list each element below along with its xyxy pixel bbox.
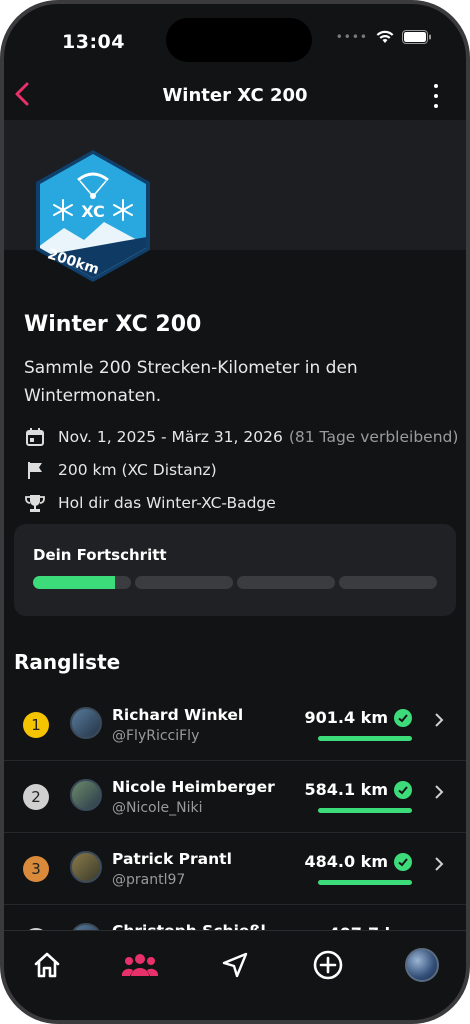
challenge-description: Sammle 200 Strecken-Kilometer in den Win… <box>24 358 358 406</box>
battery-icon <box>402 30 431 44</box>
avatar <box>70 851 102 883</box>
progress-label: Dein Fortschritt <box>33 546 167 564</box>
check-icon <box>394 708 412 727</box>
pilot-name: Patrick Prantl <box>112 850 232 868</box>
chevron-right-icon[interactable] <box>434 784 444 805</box>
challenge-distance: 200 km (XC Distanz) <box>24 459 217 481</box>
avatar <box>70 779 102 811</box>
progress-segment <box>339 576 437 589</box>
rank-circle: 1 <box>23 712 49 738</box>
kebab-dot <box>434 84 438 88</box>
leaderboard-title: Rangliste <box>14 650 121 674</box>
add-icon <box>313 950 343 980</box>
nav-header: Winter XC 200 <box>4 74 466 120</box>
pilot-handle: @FlyRicciFly <box>112 728 200 744</box>
community-icon <box>121 954 159 976</box>
kebab-dot <box>434 104 438 108</box>
distance-value: 484.0 km <box>304 852 389 871</box>
tab-home[interactable] <box>27 945 67 985</box>
distance-bar <box>318 880 412 885</box>
tab-bar <box>4 930 466 1020</box>
wifi-icon <box>376 30 394 43</box>
calendar-icon <box>24 426 46 448</box>
dynamic-island <box>166 18 312 62</box>
chevron-right-icon[interactable] <box>434 712 444 733</box>
chevron-right-icon[interactable] <box>434 856 444 877</box>
check-icon <box>394 852 412 871</box>
flag-icon <box>24 459 46 481</box>
leaderboard-row[interactable]: 3 Patrick Prantl @prantl97 484.0 km <box>4 832 466 905</box>
leaderboard-row[interactable]: 2 Nicole Heimberger @Nicole_Niki 584.1 k… <box>4 760 466 833</box>
status-icons: •••• <box>336 30 432 44</box>
home-icon <box>34 952 60 978</box>
pilot-handle: @prantl97 <box>112 872 186 888</box>
phone-frame: 13:04 •••• Winter XC 200 XC 200km Winter… <box>0 0 470 1024</box>
distance-bar <box>318 808 412 813</box>
tab-add[interactable] <box>308 945 348 985</box>
leaderboard-row[interactable]: 1 Richard Winkel @FlyRicciFly 901.4 km <box>4 688 466 761</box>
challenge-badge: XC 200km <box>36 150 150 282</box>
app-screen: 13:04 •••• Winter XC 200 XC 200km Winter… <box>4 4 466 1020</box>
badge-label: XC <box>81 202 105 221</box>
distance-bar <box>318 736 412 741</box>
days-remaining: (81 Tage verbleibend) <box>288 428 459 446</box>
distance-value: 584.1 km <box>304 780 389 799</box>
reward-text: Hol dir das Winter-XC-Badge <box>58 494 276 512</box>
challenge-dates: Nov. 1, 2025 - März 31, 2026 (81 Tage ve… <box>24 426 458 448</box>
status-bar: 13:04 •••• <box>4 4 466 74</box>
pilot-name: Nicole Heimberger <box>112 778 275 796</box>
rank-circle: 3 <box>23 856 49 882</box>
challenge-reward: Hol dir das Winter-XC-Badge <box>24 492 276 514</box>
progress-segment <box>33 576 131 589</box>
progress-segment <box>135 576 233 589</box>
pilot-handle: @Nicole_Niki <box>112 800 203 816</box>
page-title: Winter XC 200 <box>162 85 308 106</box>
status-time: 13:04 <box>62 31 125 53</box>
tab-community[interactable] <box>120 945 160 985</box>
tab-profile[interactable] <box>402 945 442 985</box>
pilot-name: Richard Winkel <box>112 706 244 724</box>
progress-segment <box>237 576 335 589</box>
navigation-icon <box>222 952 248 978</box>
tab-navigation[interactable] <box>215 945 255 985</box>
challenge-title: Winter XC 200 <box>24 312 202 337</box>
avatar <box>70 707 102 739</box>
profile-avatar <box>405 948 439 982</box>
pilot-distance: 584.1 km <box>304 780 412 799</box>
pilot-distance: 901.4 km <box>304 708 412 727</box>
rank-circle: 2 <box>23 784 49 810</box>
progress-bar <box>33 576 437 589</box>
trophy-icon <box>24 492 46 514</box>
distance-goal: 200 km (XC Distanz) <box>58 461 217 479</box>
progress-card: Dein Fortschritt <box>14 524 456 616</box>
pilot-distance: 484.0 km <box>304 852 412 871</box>
date-range: Nov. 1, 2025 - März 31, 2026 <box>58 428 283 446</box>
distance-value: 901.4 km <box>304 708 389 727</box>
cellular-signal-icon: •••• <box>335 30 368 44</box>
more-options-button[interactable] <box>432 84 440 108</box>
kebab-dot <box>434 94 438 98</box>
check-icon <box>394 780 412 799</box>
